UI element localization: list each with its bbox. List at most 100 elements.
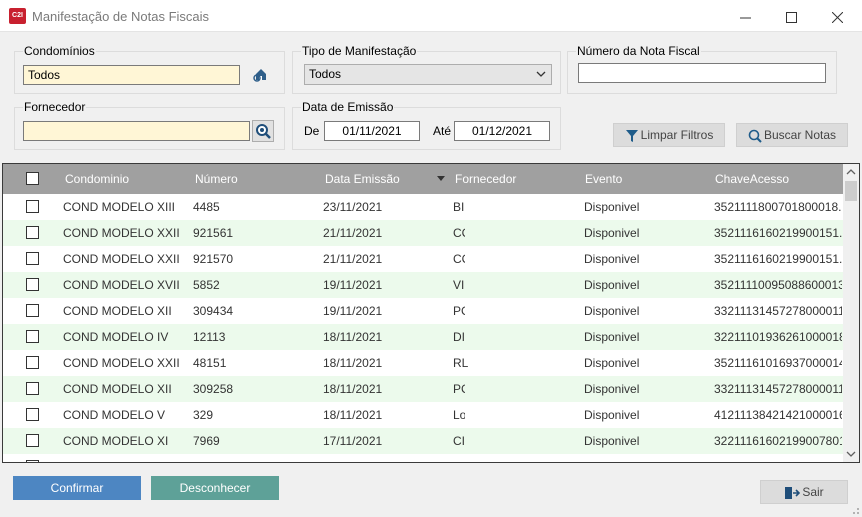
maximize-icon xyxy=(785,11,797,23)
col-evento[interactable]: Evento xyxy=(585,164,622,194)
building-search-icon xyxy=(253,69,266,82)
col-data-emissao[interactable]: Data Emissão xyxy=(325,164,400,194)
desconhecer-button[interactable]: Desconhecer xyxy=(151,476,279,500)
cell-data: 18/11/2021 xyxy=(323,382,383,396)
col-chave-acesso[interactable]: ChaveAcesso xyxy=(715,164,789,194)
table-row[interactable]: COND MODELO XXII 921561 21/11/2021 CC Di… xyxy=(3,220,843,246)
scroll-up-button[interactable] xyxy=(843,164,859,180)
cell-fornecedor: Lo xyxy=(453,408,465,422)
table-row[interactable]: COND MODELO IV 12113 18/11/2021 DI Dispo… xyxy=(3,324,843,350)
row-checkbox[interactable] xyxy=(26,408,39,421)
cell-data: 18/11/2021 xyxy=(323,330,383,344)
col-fornecedor[interactable]: Fornecedor xyxy=(455,164,516,194)
table-row[interactable]: COND MODELO XXII 48151 18/11/2021 RL Dis… xyxy=(3,350,843,376)
select-all-checkbox[interactable] xyxy=(26,172,39,185)
confirmar-button[interactable]: Confirmar xyxy=(13,476,141,500)
cell-condominio: COND MODELO XVII xyxy=(63,278,180,292)
limpar-filtros-label: Limpar Filtros xyxy=(640,128,714,142)
cell-numero: 921570 xyxy=(193,252,234,266)
sair-button[interactable]: Sair xyxy=(760,480,848,504)
cell-evento: Disponivel xyxy=(584,226,640,240)
cell-fornecedor: CI xyxy=(453,434,465,448)
condominios-field[interactable]: Todos xyxy=(23,65,240,85)
cell-evento: Disponivel xyxy=(584,356,640,370)
cell-numero: 309434 xyxy=(193,304,234,318)
row-checkbox[interactable] xyxy=(26,434,39,447)
cell-data: 23/11/2021 xyxy=(323,200,383,214)
row-checkbox[interactable] xyxy=(26,304,39,317)
notas-grid: Condominio Número Data Emissão Fornecedo… xyxy=(2,163,860,463)
buscar-notas-label: Buscar Notas xyxy=(763,128,837,142)
maximize-button[interactable] xyxy=(768,0,814,32)
table-row[interactable]: COND MODELO XII 309258 18/11/2021 PC Dis… xyxy=(3,376,843,402)
data-ate-label: Até xyxy=(433,124,452,138)
cell-chave: 32211161602199007801... xyxy=(714,434,842,448)
scroll-down-button[interactable] xyxy=(843,446,859,462)
table-row[interactable]: COND MODELO V 329 18/11/2021 Lo Disponiv… xyxy=(3,402,843,428)
tipo-manifestacao-select[interactable]: Todos xyxy=(304,64,552,85)
cell-data: 18/11/2021 xyxy=(323,408,383,422)
condominios-lookup-button[interactable] xyxy=(250,63,272,85)
fornecedor-field[interactable] xyxy=(23,121,250,141)
row-checkbox[interactable] xyxy=(26,200,39,213)
data-de-input[interactable]: 01/11/2021 xyxy=(324,121,420,141)
limpar-filtros-button[interactable]: Limpar Filtros xyxy=(613,123,725,147)
grid-header: Condominio Número Data Emissão Fornecedo… xyxy=(3,164,843,194)
cell-chave: 35211110095088600013... xyxy=(714,278,842,292)
fornecedor-search-button[interactable] xyxy=(252,120,274,142)
col-condominio[interactable]: Condominio xyxy=(65,164,129,194)
row-checkbox[interactable] xyxy=(26,330,39,343)
row-checkbox[interactable] xyxy=(26,252,39,265)
numero-nota-label: Número da Nota Fiscal xyxy=(576,44,701,58)
table-row-partial[interactable] xyxy=(3,454,843,462)
row-checkbox[interactable] xyxy=(26,382,39,395)
minimize-button[interactable] xyxy=(722,0,768,32)
cell-chave: 35211161602199001­51... xyxy=(714,252,842,266)
tipo-manifestacao-label: Tipo de Manifestação xyxy=(301,44,418,58)
minimize-icon xyxy=(739,17,751,19)
cell-chave: 35211161016937000014... xyxy=(714,356,842,370)
data-ate-input[interactable]: 01/12/2021 xyxy=(454,121,550,141)
cell-numero: 309258 xyxy=(193,382,234,396)
cell-condominio: COND MODELO XII xyxy=(63,382,172,396)
cell-data: 17/11/2021 xyxy=(323,434,383,448)
cell-evento: Disponivel xyxy=(584,278,640,292)
cell-fornecedor: CC xyxy=(453,226,465,240)
cell-fornecedor: DI xyxy=(453,330,465,344)
table-row[interactable]: COND MODELO XII 309434 19/11/2021 PC Dis… xyxy=(3,298,843,324)
table-row[interactable]: COND MODELO XXII 921570 21/11/2021 CC Di… xyxy=(3,246,843,272)
table-row[interactable]: COND MODELO XIII 4485 23/11/2021 BI Disp… xyxy=(3,194,843,220)
cell-data: 21/11/2021 xyxy=(323,226,383,240)
cell-chave: 32211101936261000018... xyxy=(714,330,842,344)
col-numero[interactable]: Número xyxy=(195,164,238,194)
cell-numero: 921561 xyxy=(193,226,234,240)
cell-condominio: COND MODELO XXII xyxy=(63,356,180,370)
close-button[interactable] xyxy=(814,0,860,32)
table-row[interactable]: COND MODELO XVII 5852 19/11/2021 VI Disp… xyxy=(3,272,843,298)
row-checkbox[interactable] xyxy=(26,460,39,462)
window-title: Manifestação de Notas Fiscais xyxy=(32,9,210,24)
cell-condominio: COND MODELO V xyxy=(63,408,166,422)
title-bar: C2I Manifestação de Notas Fiscais xyxy=(0,0,862,32)
row-checkbox[interactable] xyxy=(26,226,39,239)
row-checkbox[interactable] xyxy=(26,356,39,369)
cell-evento: Disponivel xyxy=(584,252,640,266)
filter-icon xyxy=(625,129,638,142)
scrollbar-thumb[interactable] xyxy=(845,181,857,201)
data-emissao-label: Data de Emissão xyxy=(301,100,395,114)
cell-condominio: COND MODELO XXII xyxy=(63,252,180,266)
resize-grip-icon[interactable] xyxy=(850,505,860,515)
cell-evento: Disponivel xyxy=(584,200,640,214)
cell-chave: 33211131457278000011... xyxy=(714,304,842,318)
close-icon xyxy=(831,11,843,24)
cell-numero: 12113 xyxy=(193,330,226,344)
numero-nota-input[interactable] xyxy=(578,63,826,83)
buscar-notas-button[interactable]: Buscar Notas xyxy=(736,123,848,147)
cell-evento: Disponivel xyxy=(584,408,640,422)
row-checkbox[interactable] xyxy=(26,278,39,291)
cell-chave: 352111180070180001­8... xyxy=(714,200,842,214)
cell-condominio: COND MODELO IV xyxy=(63,330,169,344)
cell-condominio: COND MODELO XIII xyxy=(63,200,176,214)
grid-vertical-scrollbar[interactable] xyxy=(843,164,859,462)
table-row[interactable]: COND MODELO XI 7969 17/11/2021 CI Dispon… xyxy=(3,428,843,454)
